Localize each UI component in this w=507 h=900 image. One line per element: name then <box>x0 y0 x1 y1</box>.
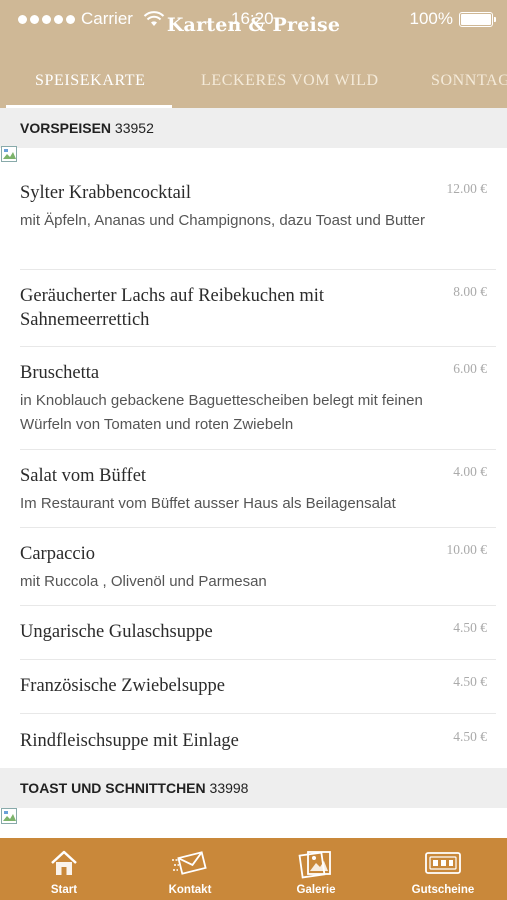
menu-item[interactable]: Französische Zwiebelsuppe 4.50 € <box>20 674 496 698</box>
divider <box>20 713 496 714</box>
tab-sonntagsbraten[interactable]: SONNTAGSBRATEN <box>431 72 507 90</box>
item-name: Französische Zwiebelsuppe <box>20 676 225 696</box>
section-title: TOAST UND SCHNITTCHEN <box>20 780 206 796</box>
item-name: Rindfleischsuppe mit Einlage <box>20 731 239 751</box>
menu-item[interactable]: Carpaccio mit Ruccola , Olivenöl und Par… <box>20 542 496 594</box>
mail-icon <box>172 851 207 875</box>
section-title: VORSPEISEN <box>20 120 112 136</box>
item-description: in Knoblauch gebackene Baguettescheiben … <box>20 392 423 433</box>
tab-label: Start <box>50 884 78 896</box>
broken-image-icon <box>1 146 17 162</box>
menu-item[interactable]: Bruschetta in Knoblauch gebackene Baguet… <box>20 361 496 437</box>
divider <box>20 449 496 450</box>
menu-item[interactable]: Sylter Krabbencocktail mit Äpfeln, Anana… <box>20 181 496 233</box>
item-description: mit Äpfeln, Ananas und Champignons, dazu… <box>20 212 425 229</box>
menu-item[interactable]: Ungarische Gulaschsuppe 4.50 € <box>20 620 496 644</box>
page-title: Karten & Preise <box>166 14 341 36</box>
divider <box>20 346 496 347</box>
divider <box>20 659 496 660</box>
bottom-tab-bar: Start Kontakt Galerie Gutscheine <box>0 838 507 900</box>
menu-item[interactable]: Rindfleischsuppe mit Einlage 4.50 € <box>20 729 496 753</box>
section-id: 33952 <box>114 120 154 136</box>
tab-start[interactable]: Start <box>1 838 127 900</box>
item-price: 12.00 € <box>446 181 488 196</box>
item-price: 6.00 € <box>453 361 487 376</box>
section-header-toast-und-schnittchen: TOAST UND SCHNITTCHEN 33998 <box>0 768 507 808</box>
tab-gutscheine[interactable]: Gutscheine <box>380 838 506 900</box>
item-price: 4.50 € <box>453 620 487 635</box>
divider <box>20 527 496 528</box>
home-icon <box>51 850 77 875</box>
tab-label: Galerie <box>296 884 336 896</box>
divider <box>20 605 496 606</box>
item-name: Sylter Krabbencocktail <box>20 183 192 203</box>
item-price: 4.50 € <box>453 674 487 689</box>
item-price: 4.50 € <box>453 729 487 744</box>
item-name: Carpaccio <box>20 544 95 564</box>
item-description: Im Restaurant vom Büffet ausser Haus als… <box>20 495 396 512</box>
menu-item[interactable]: Salat vom Büffet Im Restaurant vom Büffe… <box>20 464 496 516</box>
item-price: 4.00 € <box>453 464 487 479</box>
tab-kontakt[interactable]: Kontakt <box>127 838 253 900</box>
item-name: Geräucherter Lachs auf Reibekuchen mit S… <box>20 286 325 330</box>
divider <box>20 269 496 270</box>
item-price: 10.00 € <box>446 542 488 557</box>
category-tabs: SPEISEKARTE LECKERES VOM WILD SONNTAGSBR… <box>0 58 507 108</box>
tab-galerie[interactable]: Galerie <box>253 838 379 900</box>
item-description: mit Ruccola , Olivenöl und Parmesan <box>20 573 267 590</box>
item-name: Salat vom Büffet <box>20 466 147 486</box>
nav-header: Carrier 16:20 100% Karten & Preise SPEIS… <box>0 0 507 108</box>
item-name: Bruschetta <box>20 363 100 383</box>
item-name: Ungarische Gulaschsuppe <box>20 622 213 642</box>
section-header-vorspeisen: VORSPEISEN 33952 <box>0 108 507 148</box>
menu-item[interactable]: Geräucherter Lachs auf Reibekuchen mit S… <box>20 284 496 332</box>
voucher-icon <box>425 852 461 874</box>
broken-image-icon <box>1 808 17 824</box>
item-price: 8.00 € <box>453 284 487 299</box>
section-id: 33998 <box>209 780 249 796</box>
tab-label: Kontakt <box>168 884 212 896</box>
tab-label: Gutscheine <box>411 884 475 896</box>
gallery-icon <box>298 851 331 879</box>
tab-leckeres-vom-wild[interactable]: LECKERES VOM WILD <box>201 72 379 90</box>
tab-speisekarte[interactable]: SPEISEKARTE <box>35 72 146 90</box>
